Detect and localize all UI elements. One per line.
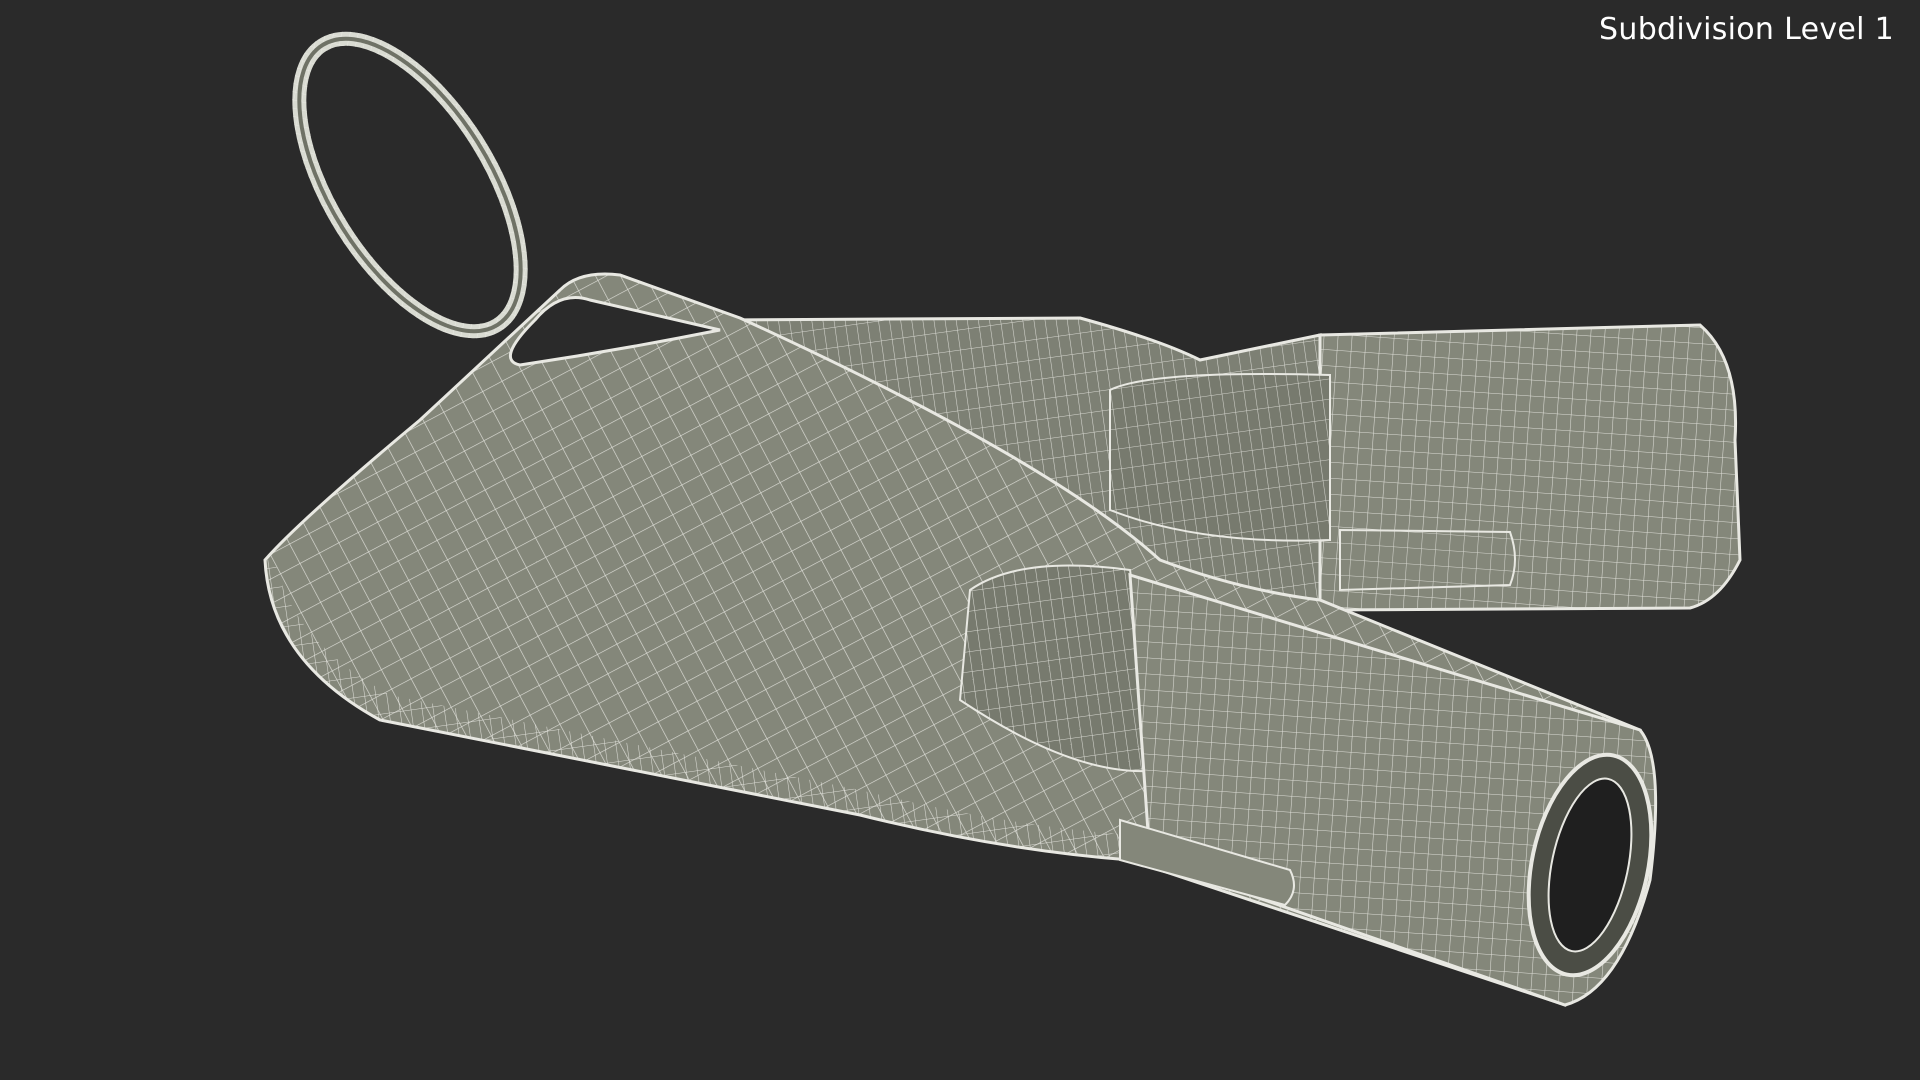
key-ring bbox=[292, 31, 528, 339]
viewport: Subdivision Level 1 bbox=[0, 0, 1920, 1080]
subdivision-level-label: Subdivision Level 1 bbox=[1599, 12, 1894, 47]
wireframe-render bbox=[263, 31, 1742, 1007]
